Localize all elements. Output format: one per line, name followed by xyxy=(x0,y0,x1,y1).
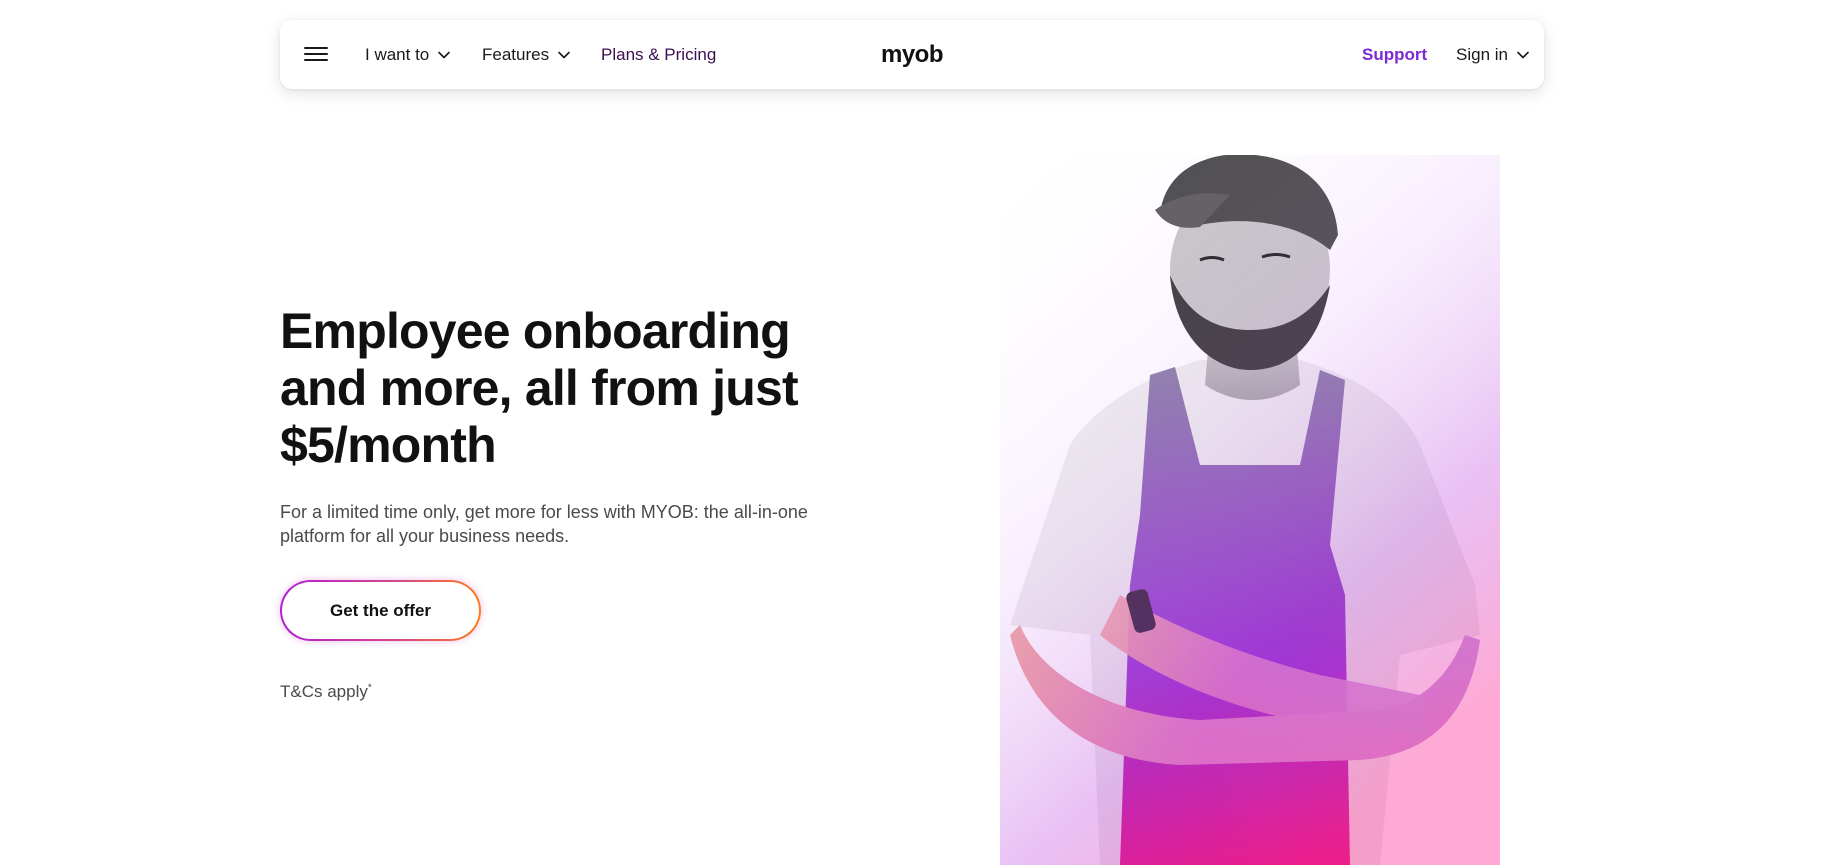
terms-conditions-link[interactable]: T&Cs apply* xyxy=(280,682,372,702)
terms-label: T&Cs apply xyxy=(280,682,368,701)
nav-plans-pricing-link[interactable]: Plans & Pricing xyxy=(601,20,716,89)
hero-title: Employee onboarding and more, all from j… xyxy=(280,303,799,473)
nav-i-want-to-label: I want to xyxy=(365,44,430,64)
nav-sign-in-dropdown[interactable]: Sign in xyxy=(1456,20,1530,89)
nav-support-link[interactable]: Support xyxy=(1362,20,1427,89)
nav-sign-in-label: Sign in xyxy=(1456,44,1508,64)
hamburger-menu-icon[interactable] xyxy=(304,43,330,65)
chevron-down-icon xyxy=(438,51,451,58)
nav-plans-pricing-label: Plans & Pricing xyxy=(601,44,717,64)
nav-features-dropdown[interactable]: Features xyxy=(482,20,571,89)
nav-i-want-to-dropdown[interactable]: I want to xyxy=(365,20,451,89)
chevron-down-icon xyxy=(1517,51,1529,58)
nav-support-label: Support xyxy=(1362,44,1428,64)
chevron-down-icon xyxy=(558,51,570,58)
nav-features-label: Features xyxy=(482,44,550,64)
get-the-offer-label: Get the offer xyxy=(282,582,479,639)
myob-logo[interactable]: myob xyxy=(880,20,944,89)
terms-asterisk: * xyxy=(367,682,372,694)
get-the-offer-button[interactable]: Get the offer xyxy=(280,580,481,641)
hero-description: For a limited time only, get more for le… xyxy=(280,502,808,546)
page: I want to Features Plans & Pricing myob … xyxy=(0,0,1830,865)
hero-person-image xyxy=(1000,155,1500,865)
top-navigation-bar: I want to Features Plans & Pricing myob … xyxy=(280,20,1544,89)
